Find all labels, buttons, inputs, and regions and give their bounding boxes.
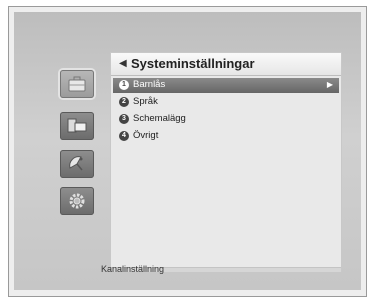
item-number-badge: 4 — [119, 131, 129, 141]
satellite-dish-icon — [69, 156, 83, 171]
back-arrow-icon[interactable]: ◀ — [119, 58, 127, 69]
menu-item-barnlas[interactable]: 1 Barnlås ▶ — [113, 78, 339, 93]
chevron-right-icon: ▶ — [326, 80, 333, 89]
display-icon — [67, 118, 87, 133]
item-number-badge: 2 — [119, 97, 129, 107]
menu-item-schemalagg[interactable]: 3 Schemalägg — [113, 112, 339, 127]
tv-screen: ◀ Systeminställningar 1 Barnlås ▶ 2 Språ… — [14, 12, 361, 290]
sidebar-item-display[interactable] — [60, 112, 94, 140]
menu-item-label: Övrigt — [133, 130, 159, 141]
menu-header: ◀ Systeminställningar — [111, 53, 341, 76]
menu-item-label: Språk — [133, 96, 158, 107]
item-number-badge: 1 — [119, 80, 129, 90]
menu-title: Systeminställningar — [131, 56, 255, 71]
item-number-badge: 3 — [119, 114, 129, 124]
menu-item-label: Schemalägg — [133, 113, 186, 124]
tv-frame: ◀ Systeminställningar 1 Barnlås ▶ 2 Språ… — [8, 6, 367, 297]
sidebar-item-settings[interactable] — [60, 187, 94, 215]
sidebar-item-briefcase[interactable] — [60, 70, 94, 98]
settings-menu-panel: ◀ Systeminställningar 1 Barnlås ▶ 2 Språ… — [110, 52, 342, 272]
gear-icon — [69, 193, 85, 209]
menu-item-label: Barnlås — [133, 79, 166, 90]
menu-item-ovrigt[interactable]: 4 Övrigt — [113, 129, 339, 144]
briefcase-icon — [68, 76, 86, 92]
footer-label: Kanalinställning — [101, 264, 165, 274]
menu-item-sprak[interactable]: 2 Språk — [113, 95, 339, 110]
sidebar-item-satellite[interactable] — [60, 150, 94, 178]
